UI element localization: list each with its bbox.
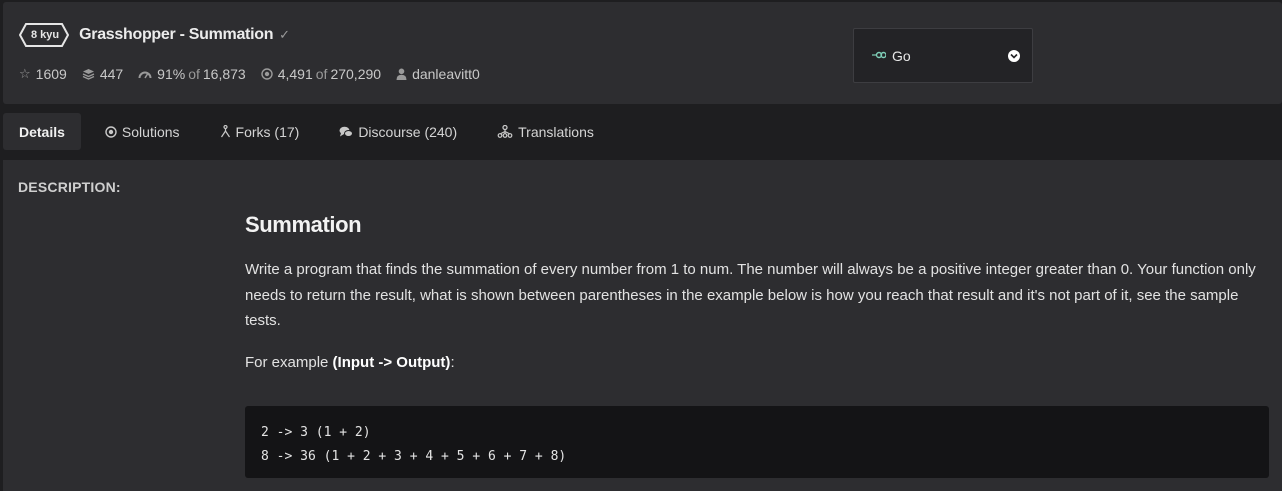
- comments-icon: [339, 126, 354, 138]
- target-icon: [261, 68, 273, 80]
- language-selected: Go: [892, 47, 911, 64]
- example-prefix: For example: [245, 353, 333, 371]
- code-line: 2 -> 3 (1 + 2): [261, 425, 371, 440]
- description-paragraph: Write a program that finds the summation…: [245, 261, 1256, 329]
- language-select[interactable]: Go: [853, 28, 1033, 83]
- stars-count: 1609: [35, 66, 67, 82]
- code-example: 2 -> 3 (1 + 2) 8 -> 36 (1 + 2 + 3 + 4 + …: [245, 406, 1269, 478]
- tab-discourse[interactable]: Discourse (240): [323, 113, 473, 150]
- target-icon: [105, 125, 117, 138]
- description-label: DESCRIPTION:: [18, 179, 121, 195]
- description-panel: DESCRIPTION: Summation Write a program t…: [3, 160, 1282, 491]
- tab-details-label: Details: [19, 123, 65, 140]
- completed-of: of: [315, 66, 328, 82]
- kata-title[interactable]: Grasshopper - Summation: [79, 26, 273, 44]
- kata-stats: ☆ 1609 447 91% of 16,873 4,491 of 270,29…: [19, 66, 495, 82]
- kata-tabs: Details Solutions Forks (17) Discourse (…: [3, 113, 618, 150]
- star-icon: ☆: [19, 66, 31, 81]
- check-icon: ✓: [279, 27, 291, 42]
- user-icon: [396, 68, 407, 80]
- completed-count: 4,491: [277, 66, 313, 82]
- tab-solutions-label: Solutions: [121, 123, 180, 140]
- tab-forks-label: Forks (17): [235, 123, 300, 140]
- stars-stat[interactable]: ☆ 1609: [19, 66, 67, 82]
- layers-icon: [82, 68, 95, 80]
- code-line: 8 -> 36 (1 + 2 + 3 + 4 + 5 + 6 + 7 + 8): [261, 449, 567, 464]
- tab-solutions[interactable]: Solutions: [89, 113, 196, 150]
- collections-stat[interactable]: 447: [82, 66, 123, 82]
- chevron-down-icon[interactable]: [1008, 49, 1020, 62]
- kyu-label: 8 kyu: [31, 29, 60, 41]
- description-heading: Summation: [245, 212, 362, 237]
- fork-icon: [220, 125, 231, 138]
- tab-discourse-label: Discourse (240): [358, 123, 458, 140]
- kata-header: 8 kyu Grasshopper - Summation ✓ ☆ 1609 4…: [3, 2, 1282, 104]
- example-suffix: :: [450, 353, 455, 371]
- translations-icon: [497, 125, 513, 138]
- example-bold: (Input -> Output): [332, 353, 451, 371]
- collections-count: 447: [99, 66, 124, 82]
- go-gopher-icon: [872, 50, 887, 62]
- completed-total: 270,290: [330, 66, 382, 82]
- tab-details[interactable]: Details: [3, 113, 81, 150]
- kyu-badge[interactable]: 8 kyu: [19, 23, 71, 47]
- satisfaction-stat: 91% of 16,873: [138, 66, 246, 82]
- description-content: Summation Write a program that finds the…: [245, 212, 1275, 371]
- completed-stat: 4,491 of 270,290: [261, 66, 381, 82]
- satisfaction-rate: 91%: [157, 66, 186, 82]
- tab-translations-label: Translations: [518, 123, 594, 140]
- author-name: danleavitt0: [412, 66, 480, 82]
- author-stat[interactable]: danleavitt0: [396, 66, 480, 82]
- tab-forks[interactable]: Forks (17): [204, 113, 316, 150]
- gauge-icon: [138, 69, 152, 79]
- tab-translations[interactable]: Translations: [481, 113, 610, 150]
- title-row: 8 kyu Grasshopper - Summation ✓: [19, 23, 290, 47]
- example-intro: For example (Input -> Output):: [245, 354, 1275, 371]
- satisfaction-of: of: [188, 66, 200, 82]
- satisfaction-total: 16,873: [202, 66, 246, 82]
